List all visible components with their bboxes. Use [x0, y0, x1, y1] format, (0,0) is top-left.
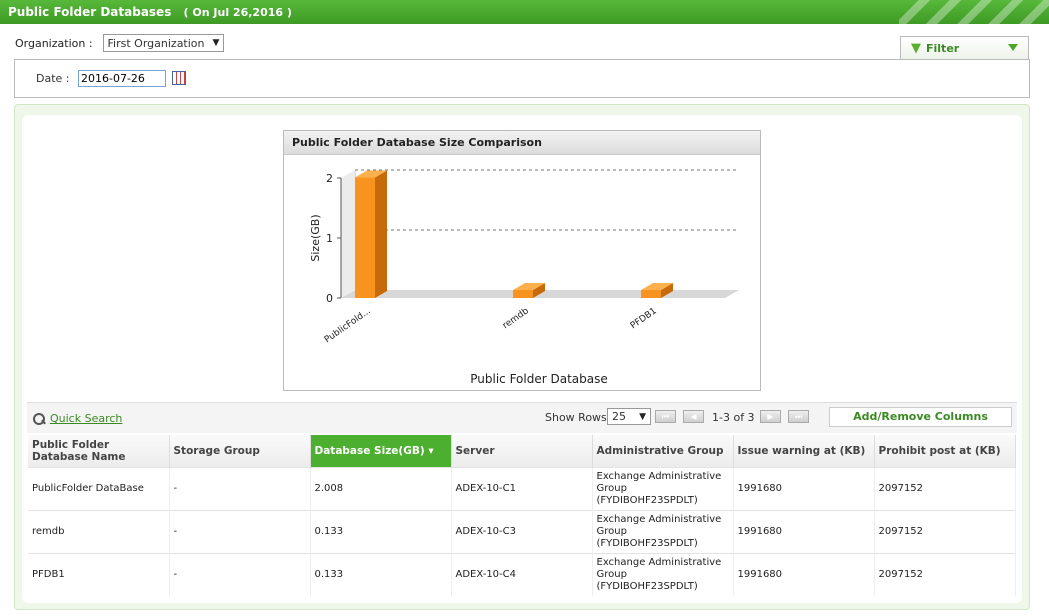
- cell-issue-warning: 1991680: [733, 466, 875, 510]
- cell-name: PublicFolder DataBase: [28, 466, 170, 510]
- cell-prohibit-post: 2097152: [874, 466, 1016, 510]
- quick-search[interactable]: Quick Search: [33, 412, 122, 425]
- next-page-button[interactable]: ▶: [760, 410, 781, 423]
- sort-desc-icon: ▾: [428, 444, 434, 457]
- rows-per-page-select[interactable]: 25 ▼: [607, 408, 651, 425]
- cell-database-size: 0.133: [310, 552, 452, 596]
- page-title: Public Folder Databases: [8, 5, 172, 19]
- page-info: 1-3 of 3: [712, 411, 755, 424]
- date-input[interactable]: [78, 70, 166, 87]
- column-header-administrative-group[interactable]: Administrative Group: [592, 435, 734, 467]
- chart-side-wall: [341, 170, 355, 298]
- organization-label: Organization :: [15, 36, 93, 50]
- funnel-icon: ▼: [911, 40, 921, 56]
- table-row[interactable]: PFDB1 - 0.133 ADEX-10-C4 Exchange Admini…: [28, 552, 1016, 596]
- column-header-database-size-label: Database Size(GB): [314, 444, 425, 457]
- bar-front: [513, 290, 533, 298]
- column-header-database-size[interactable]: Database Size(GB) ▾: [310, 435, 452, 467]
- cell-storage-group: -: [169, 552, 311, 596]
- cell-name: PFDB1: [28, 552, 170, 596]
- table-header-row: Public Folder Database Name Storage Grou…: [28, 435, 1016, 467]
- x-axis-label: Public Folder Database: [470, 372, 607, 386]
- quick-search-link[interactable]: Quick Search: [50, 412, 122, 425]
- bar-front: [641, 290, 661, 298]
- cell-issue-warning: 1991680: [733, 552, 875, 596]
- filter-label: Filter: [926, 41, 960, 55]
- cell-storage-group: -: [169, 509, 311, 553]
- column-header-storage-group[interactable]: Storage Group: [169, 435, 311, 467]
- cell-server: ADEX-10-C4: [451, 552, 593, 596]
- x-tick-label: PublicFold...: [323, 306, 373, 345]
- caret-down-icon: ▼: [639, 412, 646, 422]
- search-icon: [33, 412, 45, 425]
- cell-name: remdb: [28, 509, 170, 553]
- column-header-name[interactable]: Public Folder Database Name: [28, 435, 170, 467]
- add-remove-columns-button[interactable]: Add/Remove Columns: [829, 407, 1012, 427]
- bar-front: [355, 177, 375, 298]
- chart-panel: Public Folder Database Size Comparison 0…: [283, 130, 761, 391]
- filter-button[interactable]: ▼ Filter: [900, 36, 1029, 59]
- y-tick-label: 1: [326, 232, 333, 245]
- column-header-server[interactable]: Server: [451, 435, 593, 467]
- last-page-button[interactable]: ⏭: [788, 410, 809, 423]
- page-title-bar: Public Folder Databases ( On Jul 26,2016…: [0, 0, 1049, 24]
- x-tick-label: PFDB1: [629, 306, 659, 331]
- cell-database-size: 0.133: [310, 509, 452, 553]
- size-comparison-chart: 0 1 2 PublicFold... remdb PFDB1 Size(GB) Publ…: [309, 169, 739, 386]
- bar-PublicFold...[interactable]: [355, 170, 387, 298]
- chart-panel-header: Public Folder Database Size Comparison: [284, 131, 760, 155]
- title-decoration: [899, 0, 1049, 24]
- table-row[interactable]: remdb - 0.133 ADEX-10-C3 Exchange Admini…: [28, 509, 1016, 553]
- cell-prohibit-post: 2097152: [874, 509, 1016, 553]
- calendar-icon[interactable]: [172, 71, 186, 85]
- organization-row: Organization : First Organization ▼: [15, 34, 225, 52]
- cell-issue-warning: 1991680: [733, 509, 875, 553]
- cell-administrative-group: Exchange Administrative Group (FYDIBOHF2…: [592, 466, 734, 510]
- table-row[interactable]: PublicFolder DataBase - 2.008 ADEX-10-C1…: [28, 466, 1016, 510]
- dropdown-arrow-icon: [1008, 44, 1018, 51]
- rows-per-page-value: 25: [612, 410, 626, 423]
- date-label: Date :: [36, 72, 70, 85]
- cell-server: ADEX-10-C3: [451, 509, 593, 553]
- column-header-prohibit-post[interactable]: Prohibit post at (KB): [874, 435, 1016, 467]
- filter-panel: Date :: [14, 59, 1030, 98]
- organization-value: First Organization: [107, 36, 205, 50]
- x-tick-label: remdb: [501, 306, 531, 331]
- y-tick-label: 2: [326, 172, 333, 185]
- cell-storage-group: -: [169, 466, 311, 510]
- cell-prohibit-post: 2097152: [874, 552, 1016, 596]
- cell-administrative-group: Exchange Administrative Group (FYDIBOHF2…: [592, 509, 734, 553]
- databases-table: Public Folder Database Name Storage Grou…: [28, 435, 1016, 596]
- y-tick-label: 0: [326, 292, 333, 305]
- cell-database-size: 2.008: [310, 466, 452, 510]
- organization-select[interactable]: First Organization ▼: [102, 34, 225, 52]
- show-rows-label: Show Rows: [545, 411, 607, 424]
- grid-toolbar: Quick Search Show Rows 25 ▼ ⏮ ◀ 1-3 of 3…: [27, 402, 1017, 433]
- cell-server: ADEX-10-C1: [451, 466, 593, 510]
- column-header-issue-warning[interactable]: Issue warning at (KB): [733, 435, 875, 467]
- first-page-button[interactable]: ⏮: [655, 410, 676, 423]
- prev-page-button[interactable]: ◀: [683, 410, 704, 423]
- cell-administrative-group: Exchange Administrative Group (FYDIBOHF2…: [592, 552, 734, 596]
- caret-down-icon: ▼: [212, 38, 220, 48]
- report-date-note: ( On Jul 26,2016 ): [183, 6, 292, 19]
- y-axis-label: Size(GB): [309, 214, 322, 261]
- bar-side: [375, 170, 387, 298]
